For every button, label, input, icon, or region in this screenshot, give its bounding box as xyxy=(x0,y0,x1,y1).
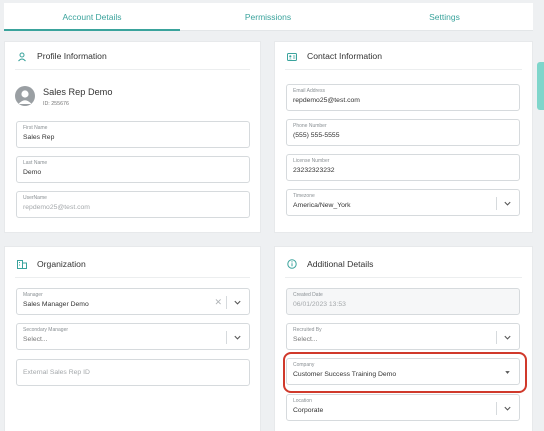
external-sales-rep-id-placeholder: External Sales Rep ID xyxy=(23,369,90,376)
username-label: UserName xyxy=(23,195,47,201)
user-icon xyxy=(18,52,26,62)
recruited-by-select[interactable]: Recruited By Select... xyxy=(286,323,520,350)
first-name-value: Sales Rep xyxy=(23,134,55,141)
additional-card-header: Additional Details xyxy=(285,247,522,278)
additional-card-title: Additional Details xyxy=(307,259,374,269)
recruited-by-label: Recruited By xyxy=(293,327,322,333)
secondary-manager-select[interactable]: Secondary Manager Select... xyxy=(16,323,250,350)
license-field[interactable]: License Number 23232323232 xyxy=(286,154,520,181)
chevron-down-icon[interactable] xyxy=(503,404,512,413)
phone-label: Phone Number xyxy=(293,123,327,129)
timezone-label: Timezone xyxy=(293,193,315,199)
timezone-separator xyxy=(496,197,497,210)
external-sales-rep-id-input[interactable]: External Sales Rep ID xyxy=(16,359,250,386)
organization-card-title: Organization xyxy=(37,259,86,269)
chevron-down-icon[interactable] xyxy=(503,333,512,342)
contact-card-header: Contact Information xyxy=(285,42,522,70)
location-select[interactable]: Location Corporate xyxy=(286,394,520,421)
phone-value: (555) 555-5555 xyxy=(293,132,340,139)
side-panel-tab[interactable] xyxy=(537,62,544,110)
tab-account-details[interactable]: Account Details xyxy=(4,3,180,31)
info-circle-icon xyxy=(287,259,297,269)
manager-value: Sales Manager Demo xyxy=(23,301,89,308)
secondary-manager-value: Select... xyxy=(23,336,48,343)
manager-label: Manager xyxy=(23,292,43,298)
manager-separator xyxy=(226,296,227,309)
avatar-person-icon xyxy=(18,90,32,104)
manager-select[interactable]: Manager Sales Manager Demo ✕ xyxy=(16,288,250,315)
location-value: Corporate xyxy=(293,407,324,414)
secondary-manager-label: Secondary Manager xyxy=(23,327,69,333)
company-highlight-outline xyxy=(283,352,527,393)
created-date-value: 06/01/2023 13:53 xyxy=(293,301,346,308)
email-label: Email Address xyxy=(293,88,325,94)
email-field[interactable]: Email Address repdemo25@test.com xyxy=(286,84,520,111)
tab-bar: Account Details Permissions Settings xyxy=(4,3,533,31)
tab-settings[interactable]: Settings xyxy=(356,3,533,31)
avatar xyxy=(15,86,35,106)
created-date-label: Created Date xyxy=(293,292,323,298)
first-name-label: First Name xyxy=(23,125,48,131)
organization-card-header: Organization xyxy=(15,247,250,278)
contact-card-icon xyxy=(287,53,297,61)
recruited-by-separator xyxy=(496,331,497,344)
contact-card-title: Contact Information xyxy=(307,51,382,61)
license-label: License Number xyxy=(293,158,330,164)
last-name-field[interactable]: Last Name Demo xyxy=(16,156,250,183)
chevron-down-icon[interactable] xyxy=(503,199,512,208)
timezone-value: America/New_York xyxy=(293,202,351,209)
building-icon xyxy=(17,260,27,269)
last-name-label: Last Name xyxy=(23,160,48,166)
profile-id: ID: 255676 xyxy=(43,101,69,107)
tab-permissions[interactable]: Permissions xyxy=(180,3,356,31)
chevron-down-icon[interactable] xyxy=(233,333,242,342)
profile-name: Sales Rep Demo xyxy=(43,87,113,97)
first-name-field[interactable]: First Name Sales Rep xyxy=(16,121,250,148)
license-value: 23232323232 xyxy=(293,167,335,174)
clear-icon[interactable]: ✕ xyxy=(214,297,222,307)
email-value: repdemo25@test.com xyxy=(293,97,360,104)
last-name-value: Demo xyxy=(23,169,42,176)
recruited-by-value: Select... xyxy=(293,336,318,343)
location-separator xyxy=(496,402,497,415)
timezone-select[interactable]: Timezone America/New_York xyxy=(286,189,520,216)
created-date-field: Created Date 06/01/2023 13:53 xyxy=(286,288,520,315)
secondary-manager-separator xyxy=(226,331,227,344)
phone-field[interactable]: Phone Number (555) 555-5555 xyxy=(286,119,520,146)
chevron-down-icon[interactable] xyxy=(233,298,242,307)
profile-card-header: Profile Information xyxy=(15,42,250,70)
location-label: Location xyxy=(293,398,312,404)
profile-card-title: Profile Information xyxy=(37,51,107,61)
username-value: repdemo25@test.com xyxy=(23,204,90,211)
username-field[interactable]: UserName repdemo25@test.com xyxy=(16,191,250,218)
